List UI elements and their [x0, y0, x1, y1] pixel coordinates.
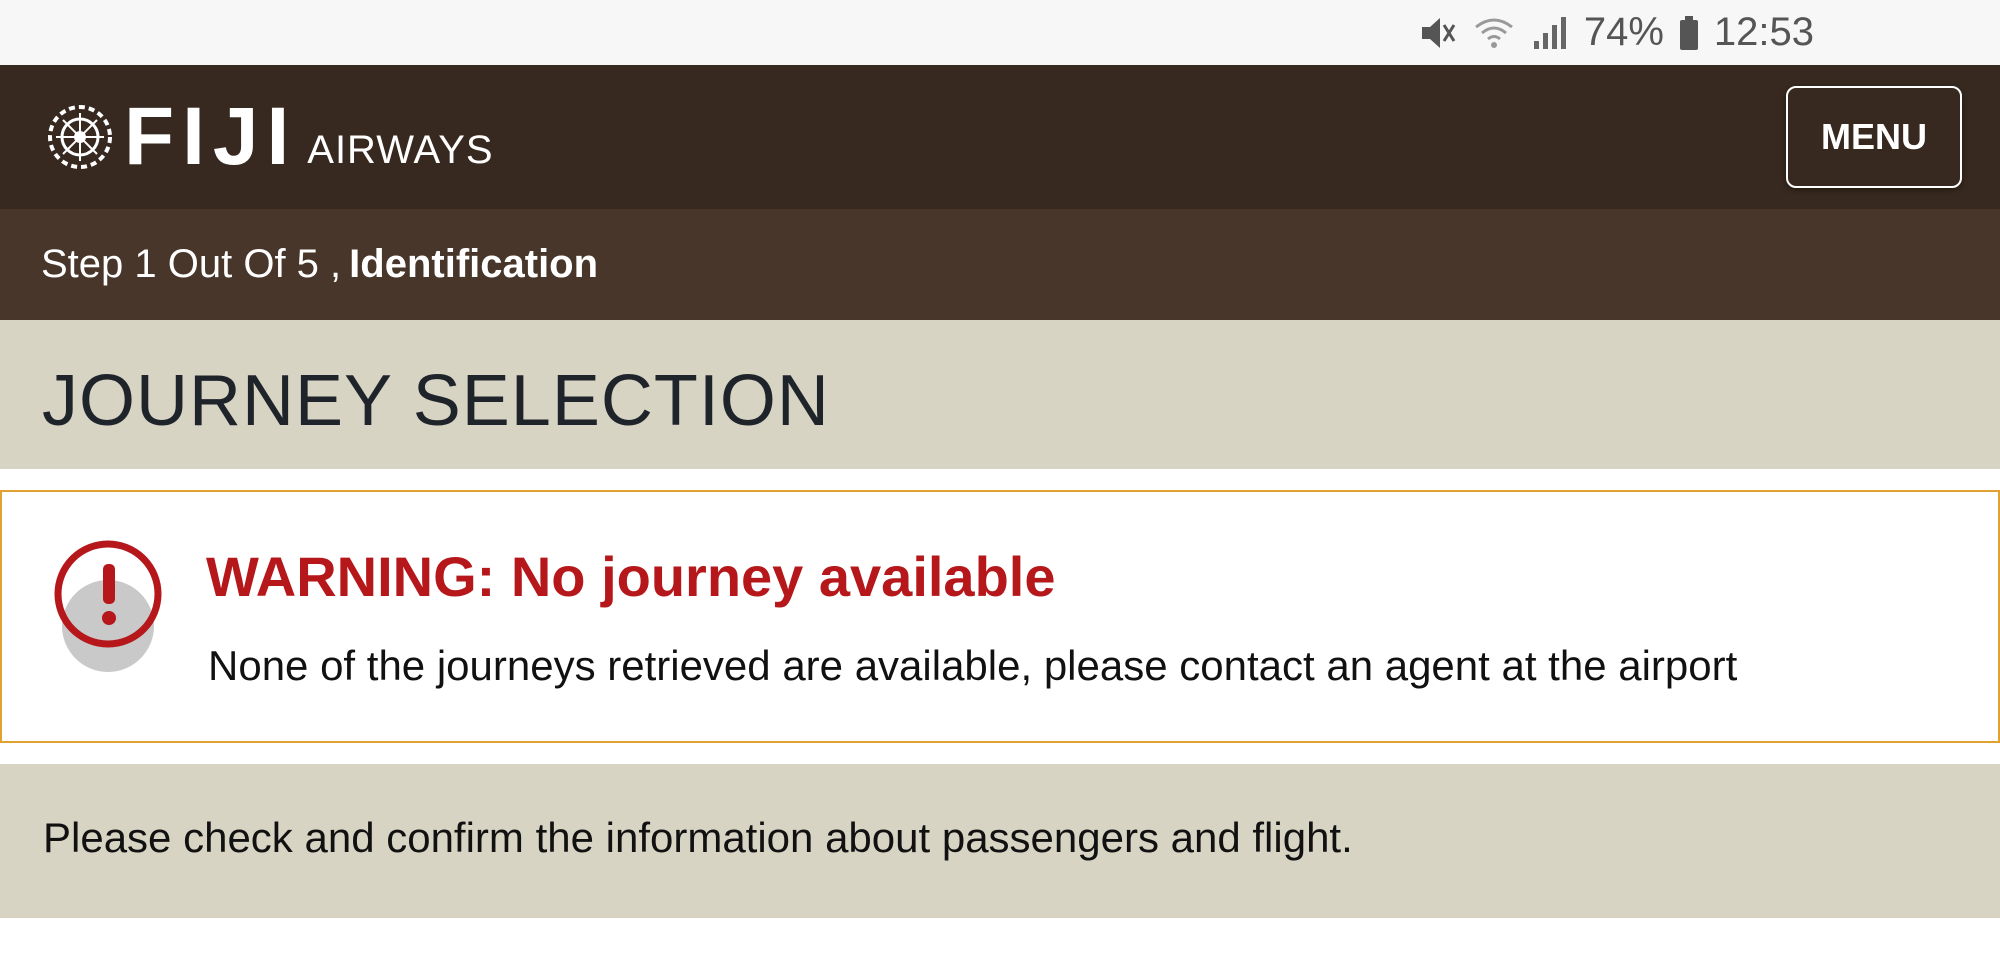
wifi-icon	[1474, 18, 1513, 48]
exclamation-circle-icon	[54, 540, 162, 672]
warning-title: WARNING: No journey available	[206, 545, 1056, 608]
site-header: FIJI AIRWAYS MENU	[0, 65, 2000, 209]
clock: 12:53	[1713, 10, 1814, 54]
status-bar: 74% 12:53	[0, 0, 2000, 65]
page-title-section: JOURNEY SELECTION	[0, 320, 2000, 469]
fiji-airways-logo[interactable]: FIJI AIRWAYS	[46, 92, 494, 182]
step-indicator: Step 1 Out Of 5 , Identification	[0, 209, 2000, 320]
battery-icon	[1679, 15, 1698, 50]
page-title: JOURNEY SELECTION	[42, 361, 830, 441]
info-text: Please check and confirm the information…	[43, 814, 1353, 861]
mute-icon	[1421, 17, 1456, 48]
logo-subtitle: AIRWAYS	[307, 127, 494, 172]
info-section: Please check and confirm the information…	[0, 764, 2000, 918]
step-name: Identification	[349, 242, 599, 286]
warning-alert: WARNING: No journey available None of th…	[0, 490, 2000, 743]
signal-icon	[1533, 16, 1566, 49]
warning-message: None of the journeys retrieved are avail…	[208, 642, 1738, 689]
step-progress-text: Step 1 Out Of 5 ,	[41, 242, 342, 286]
fiji-emblem-icon	[48, 105, 112, 169]
logo-wordmark: FIJI	[124, 91, 298, 182]
status-icons: 74% 12:53	[1418, 10, 1814, 55]
battery-percent: 74%	[1583, 10, 1664, 54]
menu-button[interactable]: MENU	[1786, 86, 1962, 188]
